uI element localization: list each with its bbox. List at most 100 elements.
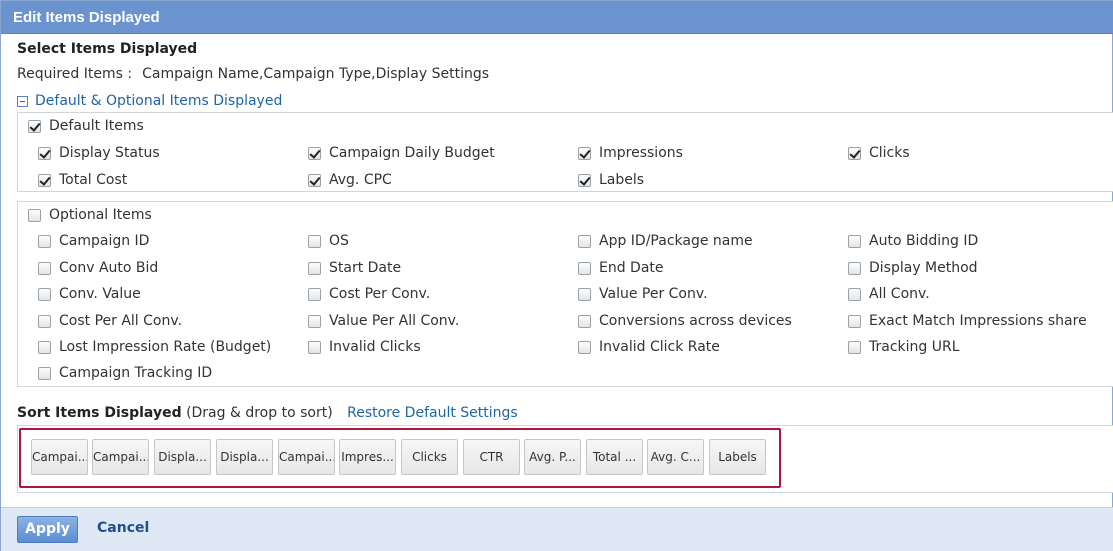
checkbox-item[interactable]: Tracking URL (848, 339, 960, 355)
checkbox-item[interactable]: Campaign Tracking ID (38, 365, 212, 381)
checkbox-item[interactable]: Total Cost (38, 172, 127, 188)
dialog-titlebar: Edit Items Displayed (1, 1, 1113, 34)
checkbox-item[interactable]: Cost Per Conv. (308, 286, 430, 302)
checkbox-item[interactable]: Lost Impression Rate (Budget) (38, 339, 271, 355)
checkbox-label: Tracking URL (869, 339, 960, 355)
checkbox-item[interactable]: Value Per Conv. (578, 286, 708, 302)
checkbox-icon[interactable] (38, 173, 51, 187)
checkbox-label: Invalid Clicks (329, 339, 421, 355)
checkbox-item[interactable]: Labels (578, 172, 644, 188)
checkbox-icon[interactable] (578, 314, 591, 328)
checkbox-item[interactable]: OS (308, 233, 349, 249)
checkbox-icon[interactable] (578, 340, 591, 354)
cancel-button[interactable]: Cancel (97, 520, 149, 536)
sort-chip[interactable]: Impres... (339, 439, 396, 475)
checkbox-icon[interactable] (578, 261, 591, 275)
checkbox-icon[interactable] (308, 146, 321, 160)
checkbox-item[interactable]: Exact Match Impressions share (848, 313, 1087, 329)
checkbox-icon[interactable] (308, 287, 321, 301)
sort-chip[interactable]: Labels (709, 439, 766, 475)
checkbox-icon[interactable] (848, 234, 861, 248)
checkbox-icon[interactable] (848, 146, 861, 160)
required-items: Required Items : Campaign Name,Campaign T… (17, 66, 489, 82)
checkbox-label: Campaign Daily Budget (329, 145, 495, 161)
checkbox-icon[interactable] (578, 173, 591, 187)
default-items-header[interactable]: Default Items (28, 118, 144, 134)
checkbox-item[interactable]: Auto Bidding ID (848, 233, 978, 249)
checkbox-label: Auto Bidding ID (869, 233, 979, 249)
checkbox-icon[interactable] (308, 173, 321, 187)
checkbox-icon[interactable] (848, 314, 861, 328)
default-optional-toggle[interactable]: Default & Optional Items Displayed (17, 93, 282, 109)
checkbox-label: Cost Per Conv. (329, 286, 431, 302)
required-items-value: Campaign Name,Campaign Type,Display Sett… (142, 66, 490, 82)
checkbox-icon[interactable] (578, 234, 591, 248)
checkbox-icon[interactable] (38, 146, 51, 160)
checkbox-item[interactable]: Start Date (308, 260, 401, 276)
checkbox-label: Display Method (869, 260, 978, 276)
sort-chip[interactable]: Campai... (92, 439, 149, 475)
checkbox-label: OS (329, 233, 349, 249)
optional-items-checkbox[interactable] (28, 208, 41, 222)
checkbox-item[interactable]: App ID/Package name (578, 233, 753, 249)
checkbox-icon[interactable] (578, 287, 591, 301)
checkbox-icon[interactable] (848, 261, 861, 275)
sort-chip[interactable]: CTR (463, 439, 520, 475)
minus-box-icon[interactable] (17, 95, 28, 107)
default-items-group: Default Items Display Status Campaign Dai… (17, 112, 1113, 192)
checkbox-icon[interactable] (308, 234, 321, 248)
checkbox-item[interactable]: Avg. CPC (308, 172, 392, 188)
checkbox-item[interactable]: Value Per All Conv. (308, 313, 459, 329)
checkbox-label: Conv Auto Bid (59, 260, 159, 276)
checkbox-item[interactable]: Conversions across devices (578, 313, 792, 329)
checkbox-item[interactable]: Campaign ID (38, 233, 149, 249)
checkbox-label: Avg. CPC (329, 172, 392, 188)
restore-default-link[interactable]: Restore Default Settings (347, 405, 518, 421)
checkbox-icon[interactable] (38, 261, 51, 275)
checkbox-item[interactable]: Cost Per All Conv. (38, 313, 182, 329)
checkbox-label: Conversions across devices (599, 313, 792, 329)
checkbox-icon[interactable] (308, 340, 321, 354)
checkbox-icon[interactable] (848, 287, 861, 301)
checkbox-icon[interactable] (578, 146, 591, 160)
checkbox-item[interactable]: Invalid Click Rate (578, 339, 720, 355)
checkbox-item[interactable]: Campaign Daily Budget (308, 145, 495, 161)
sort-chip[interactable]: Clicks (401, 439, 458, 475)
checkbox-item[interactable]: Impressions (578, 145, 683, 161)
optional-items-label: Optional Items (49, 207, 152, 223)
sort-chip[interactable]: Campai... (31, 439, 88, 475)
checkbox-item[interactable]: All Conv. (848, 286, 930, 302)
checkbox-label: Lost Impression Rate (Budget) (59, 339, 272, 355)
checkbox-label: Start Date (329, 260, 402, 276)
sort-chip[interactable]: Total ... (586, 439, 643, 475)
default-items-checkbox[interactable] (28, 119, 41, 133)
checkbox-item[interactable]: End Date (578, 260, 664, 276)
sort-chip[interactable]: Avg. P... (524, 439, 581, 475)
edit-items-dialog: Edit Items Displayed Select Items Displa… (0, 0, 1113, 551)
checkbox-label: App ID/Package name (599, 233, 753, 249)
checkbox-icon[interactable] (38, 234, 51, 248)
checkbox-icon[interactable] (308, 261, 321, 275)
checkbox-item[interactable]: Display Status (38, 145, 160, 161)
checkbox-item[interactable]: Conv. Value (38, 286, 141, 302)
sort-chip[interactable]: Displa... (154, 439, 211, 475)
optional-items-header[interactable]: Optional Items (28, 207, 152, 223)
toggle-label[interactable]: Default & Optional Items Displayed (35, 93, 282, 109)
checkbox-icon[interactable] (848, 340, 861, 354)
checkbox-icon[interactable] (38, 340, 51, 354)
checkbox-label: Value Per All Conv. (329, 313, 460, 329)
sort-chip[interactable]: Avg. C... (647, 439, 704, 475)
checkbox-icon[interactable] (38, 314, 51, 328)
checkbox-label: Value Per Conv. (599, 286, 708, 302)
checkbox-icon[interactable] (38, 287, 51, 301)
checkbox-icon[interactable] (38, 366, 51, 380)
checkbox-item[interactable]: Invalid Clicks (308, 339, 421, 355)
apply-button[interactable]: Apply (17, 516, 78, 543)
checkbox-item[interactable]: Clicks (848, 145, 910, 161)
sort-chip[interactable]: Displa... (216, 439, 273, 475)
sort-chip[interactable]: Campai... (278, 439, 335, 475)
checkbox-item[interactable]: Display Method (848, 260, 978, 276)
checkbox-item[interactable]: Conv Auto Bid (38, 260, 158, 276)
checkbox-icon[interactable] (308, 314, 321, 328)
checkbox-label: Conv. Value (59, 286, 141, 302)
